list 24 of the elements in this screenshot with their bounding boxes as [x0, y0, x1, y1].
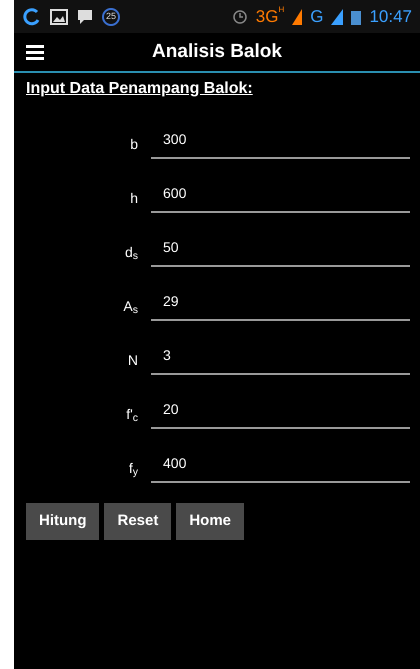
input-field[interactable]: 20 — [151, 391, 410, 429]
input-field[interactable]: 50 — [151, 229, 410, 267]
input-field[interactable]: 3 — [151, 337, 410, 375]
input-field[interactable]: 400 — [151, 445, 410, 483]
app-title: Analisis Balok — [152, 40, 282, 64]
field-label: b — [129, 134, 139, 154]
network-type: G — [310, 6, 324, 28]
field-label: f$_{y}$ — [128, 458, 139, 478]
field-label: f'$_{c}$ — [125, 404, 139, 424]
notification-count: 25 — [102, 8, 120, 26]
action-button[interactable]: Home — [176, 503, 244, 540]
input-field[interactable]: 29 — [151, 283, 410, 321]
input-field[interactable]: 600 — [151, 175, 410, 213]
action-button[interactable]: Hitung — [26, 503, 100, 540]
section-title: Input Data Penampang Balok: — [26, 79, 253, 99]
clock: 10:47 — [369, 6, 412, 28]
input-field[interactable]: 300 — [151, 121, 410, 159]
action-button[interactable]: Reset — [104, 503, 172, 540]
field-label: A$_{s}$ — [122, 296, 139, 316]
field-label: d$_{s}$ — [124, 242, 139, 262]
field-label: N — [126, 350, 139, 370]
network-type: H — [278, 4, 284, 16]
network-type: 3G — [256, 6, 278, 28]
field-label: h — [129, 188, 139, 208]
